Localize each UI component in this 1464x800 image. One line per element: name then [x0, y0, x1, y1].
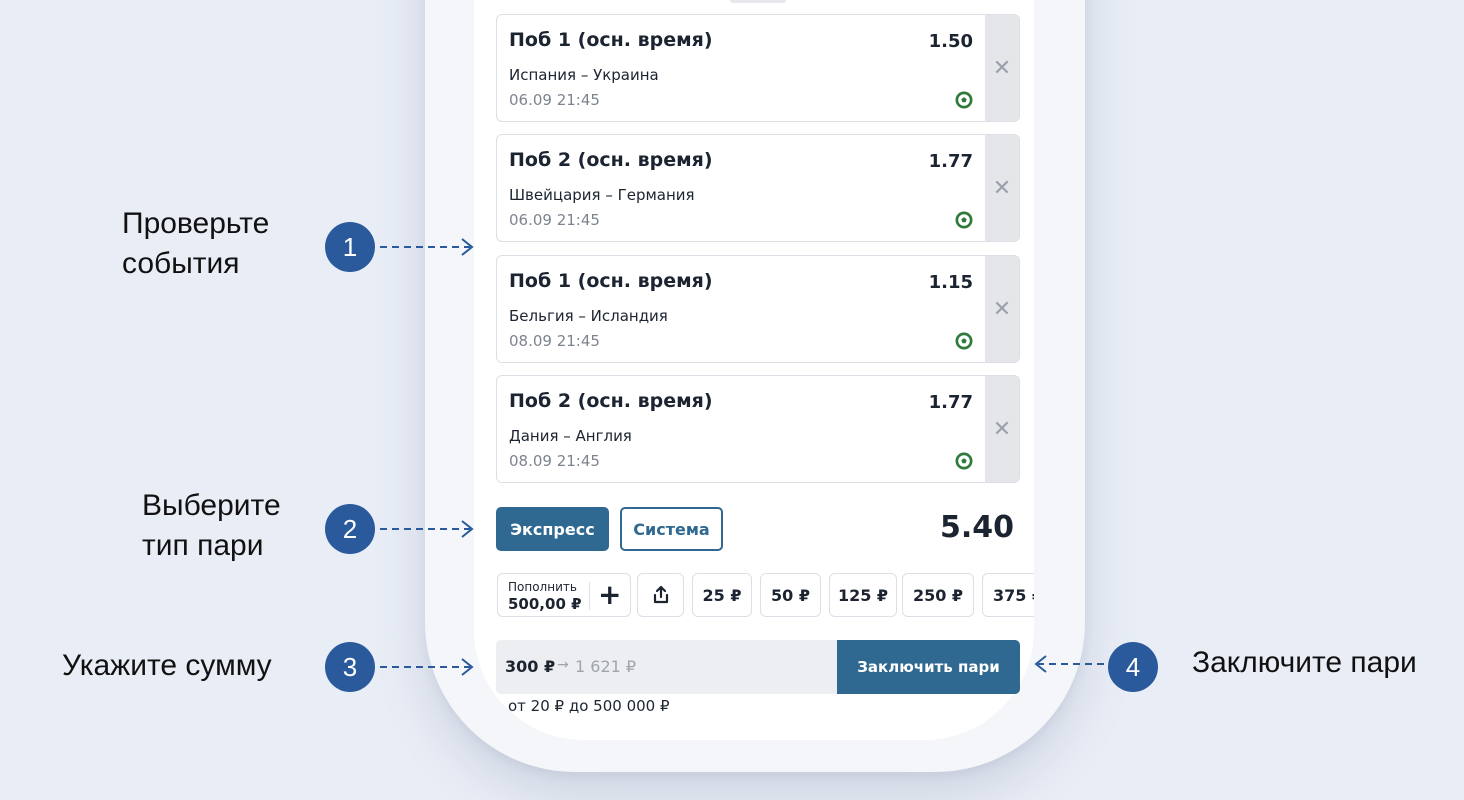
- annotation-arrows: [380, 238, 1104, 676]
